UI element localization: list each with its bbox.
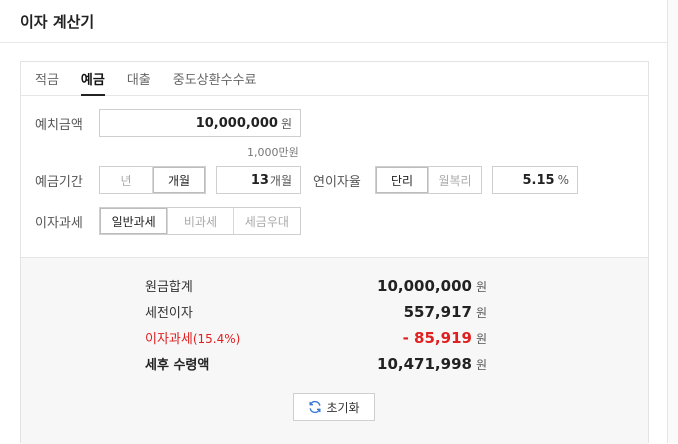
period-month-button[interactable]: 개월 <box>152 167 205 193</box>
page-title: 이자 계산기 <box>20 12 95 31</box>
tax-label: 이자과세 <box>35 215 83 231</box>
deposit-label: 예치금액 <box>35 117 83 133</box>
rate-unit: % <box>557 173 569 187</box>
reset-label: 초기화 <box>326 400 360 415</box>
tab-prepayment-fee[interactable]: 중도상환수수료 <box>173 62 257 95</box>
deposit-row: 예치금액 10,000,000 원 <box>35 109 301 137</box>
calculator-card: 적금 예금 대출 중도상환수수료 예치금액 10,000,000 원 1,000… <box>20 61 649 444</box>
rate-label: 연이자율 <box>313 174 361 190</box>
deposit-hint: 1,000만원 <box>247 146 299 159</box>
principal-amount: 10,000,000 원 <box>377 277 487 295</box>
tax-rate: (15.4%) <box>192 332 241 346</box>
tax-amount-value: - 85,919 <box>402 328 472 347</box>
tab-bar: 적금 예금 대출 중도상환수수료 <box>21 62 648 96</box>
rate-type-toggle: 단리 월복리 <box>375 166 482 194</box>
tax-amount-label-text: 이자과세 <box>145 332 193 347</box>
net-unit: 원 <box>475 357 487 372</box>
rate-value: 5.15 <box>522 172 555 188</box>
net-amount: 10,471,998 원 <box>377 355 487 373</box>
calculator-panel: 이자 계산기 적금 예금 대출 중도상환수수료 예치금액 10,000,000 … <box>0 0 668 444</box>
period-row: 예금기간 년 개월 13 개월 연이자율 단리 월복리 5.15 % <box>35 166 578 194</box>
simple-interest-button[interactable]: 단리 <box>376 167 428 193</box>
tax-preferential-button[interactable]: 세금우대 <box>232 208 300 234</box>
reset-button[interactable]: 초기화 <box>293 393 375 421</box>
period-value: 13 <box>250 172 269 188</box>
rate-input[interactable]: 5.15 % <box>492 166 578 194</box>
tax-amount-unit: 원 <box>475 331 487 346</box>
principal-value: 10,000,000 <box>377 276 472 295</box>
scrollbar[interactable] <box>668 0 678 443</box>
period-unit-toggle: 년 개월 <box>99 166 206 194</box>
period-input[interactable]: 13 개월 <box>216 166 301 194</box>
period-year-button[interactable]: 년 <box>100 167 152 193</box>
pretax-unit: 원 <box>475 305 487 320</box>
deposit-value: 10,000,000 <box>195 115 278 131</box>
principal-row: 원금합계 10,000,000 원 <box>145 276 487 296</box>
tab-loan[interactable]: 대출 <box>127 62 151 95</box>
header: 이자 계산기 <box>0 0 667 43</box>
pretax-row: 세전이자 557,917 원 <box>145 302 487 322</box>
pretax-value: 557,917 <box>403 302 472 321</box>
monthly-compound-button[interactable]: 월복리 <box>428 167 481 193</box>
deposit-input[interactable]: 10,000,000 원 <box>99 109 301 137</box>
period-label: 예금기간 <box>35 174 83 190</box>
principal-label: 원금합계 <box>145 280 193 295</box>
pretax-amount: 557,917 원 <box>404 303 487 321</box>
tax-free-button[interactable]: 비과세 <box>167 208 232 234</box>
refresh-icon <box>309 400 321 414</box>
tax-row: 이자과세 일반과세 비과세 세금우대 <box>35 207 301 235</box>
tax-amount: - 85,919 원 <box>403 329 487 347</box>
tax-amount-label: 이자과세(15.4%) <box>145 328 240 347</box>
general-tax-button[interactable]: 일반과세 <box>100 208 168 234</box>
net-row: 세후 수령액 10,471,998 원 <box>145 354 487 374</box>
pretax-label: 세전이자 <box>145 306 193 321</box>
tab-deposit[interactable]: 예금 <box>80 62 105 96</box>
tax-type-toggle: 일반과세 비과세 세금우대 <box>99 207 301 235</box>
period-unit: 개월 <box>269 173 292 188</box>
tab-savings[interactable]: 적금 <box>35 62 59 95</box>
result-section: 원금합계 10,000,000 원 세전이자 557,917 원 이자과세(15.4… <box>21 257 648 444</box>
tax-amount-row: 이자과세(15.4%) - 85,919 원 <box>145 328 487 348</box>
net-value: 10,471,998 <box>377 354 472 373</box>
deposit-unit: 원 <box>280 116 292 131</box>
net-label: 세후 수령액 <box>145 358 210 373</box>
principal-unit: 원 <box>475 279 487 294</box>
